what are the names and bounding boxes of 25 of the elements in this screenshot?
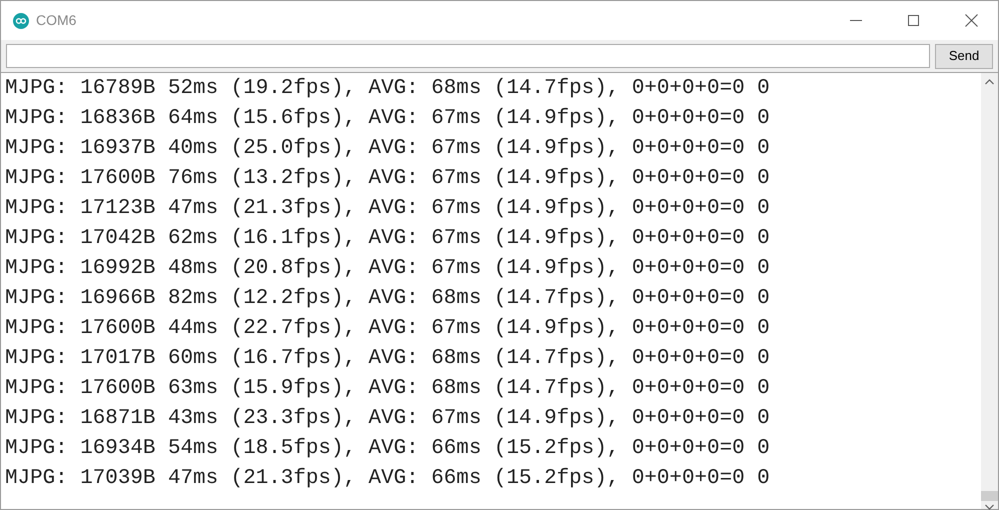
app-logo-icon [13,12,29,28]
send-button[interactable]: Send [935,44,993,68]
output-line: MJPG: 17600B 44ms (22.7fps), AVG: 67ms (14.9fps), 0+0+0+0=0 0 [5,316,770,342]
window-title: COM6 [36,11,76,30]
scroll-up-icon[interactable] [985,79,994,85]
output-line: MJPG: 16934B 54ms (18.5fps), AVG: 66ms (15.2fps), 0+0+0+0=0 0 [5,436,770,462]
output-line: MJPG: 17600B 63ms (15.9fps), AVG: 68ms (14.7fps), 0+0+0+0=0 0 [5,376,770,402]
output-line: MJPG: 16992B 48ms (20.8fps), AVG: 67ms (14.9fps), 0+0+0+0=0 0 [5,256,770,282]
message-input[interactable] [6,44,930,68]
output-line: MJPG: 16966B 82ms (12.2fps), AVG: 68ms (14.7fps), 0+0+0+0=0 0 [5,286,770,312]
scrollbar[interactable] [981,73,998,509]
output-line: MJPG: 17039B 47ms (21.3fps), AVG: 66ms (15.2fps), 0+0+0+0=0 0 [5,466,770,492]
output-line: MJPG: 17600B 76ms (13.2fps), AVG: 67ms (14.9fps), 0+0+0+0=0 0 [5,166,770,192]
output-line: MJPG: 16937B 40ms (25.0fps), AVG: 67ms (14.9fps), 0+0+0+0=0 0 [5,136,770,162]
output-line: MJPG: 17042B 62ms (16.1fps), AVG: 67ms (14.9fps), 0+0+0+0=0 0 [5,226,770,252]
scroll-thumb[interactable] [981,491,998,501]
scroll-down-icon[interactable] [985,504,994,510]
output-line: MJPG: 16871B 43ms (23.3fps), AVG: 67ms (14.9fps), 0+0+0+0=0 0 [5,406,770,432]
output-line: MJPG: 16789B 52ms (19.2fps), AVG: 68ms (14.7fps), 0+0+0+0=0 0 [5,76,770,102]
minimize-icon[interactable] [850,20,862,22]
output-line: MJPG: 17017B 60ms (16.7fps), AVG: 68ms (14.7fps), 0+0+0+0=0 0 [5,346,770,372]
maximize-icon[interactable] [908,15,919,26]
close-icon[interactable] [965,14,978,27]
output-line: MJPG: 16836B 64ms (15.6fps), AVG: 67ms (14.9fps), 0+0+0+0=0 0 [5,106,770,132]
output-line: MJPG: 17123B 47ms (21.3fps), AVG: 67ms (14.9fps), 0+0+0+0=0 0 [5,196,770,222]
